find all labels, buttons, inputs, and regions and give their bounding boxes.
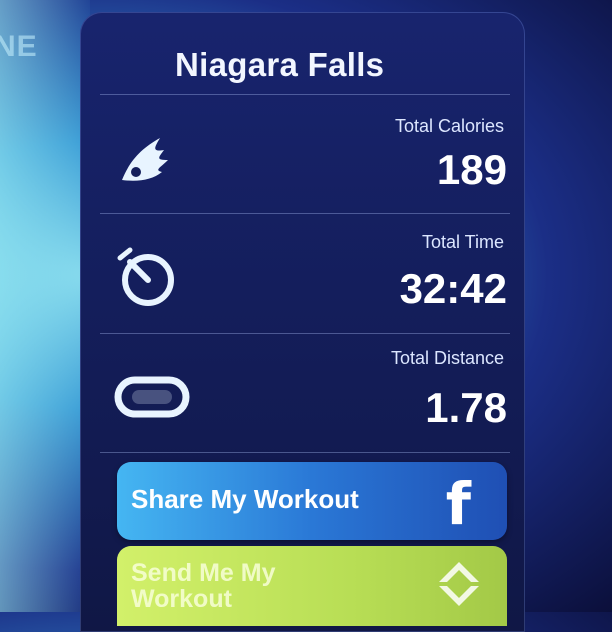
send-workout-button[interactable]: Send Me My Workout xyxy=(117,546,507,626)
time-label: Total Time xyxy=(421,232,504,252)
divider xyxy=(100,333,510,334)
distance-label: Total Distance xyxy=(390,348,504,368)
facebook-icon: f xyxy=(445,470,471,538)
divider xyxy=(100,213,510,214)
divider xyxy=(100,94,510,95)
share-workout-label: Share My Workout xyxy=(131,484,359,514)
divider xyxy=(100,452,510,453)
send-workout-label: Send Me My Workout xyxy=(131,559,276,613)
calories-label: Total Calories xyxy=(394,116,504,136)
bezel-label: NE xyxy=(0,30,38,63)
share-workout-button[interactable]: Share My Workout f xyxy=(117,462,507,540)
stopwatch-icon xyxy=(117,247,174,306)
track-icon xyxy=(114,376,190,418)
calories-value: 189 xyxy=(436,146,507,193)
screen-glare xyxy=(0,0,90,612)
wing-icon xyxy=(122,138,168,181)
distance-value: 1.78 xyxy=(425,384,507,431)
sync-icon xyxy=(439,562,479,606)
page-title: Niagara Falls xyxy=(175,46,385,83)
time-value: 32:42 xyxy=(399,265,507,312)
